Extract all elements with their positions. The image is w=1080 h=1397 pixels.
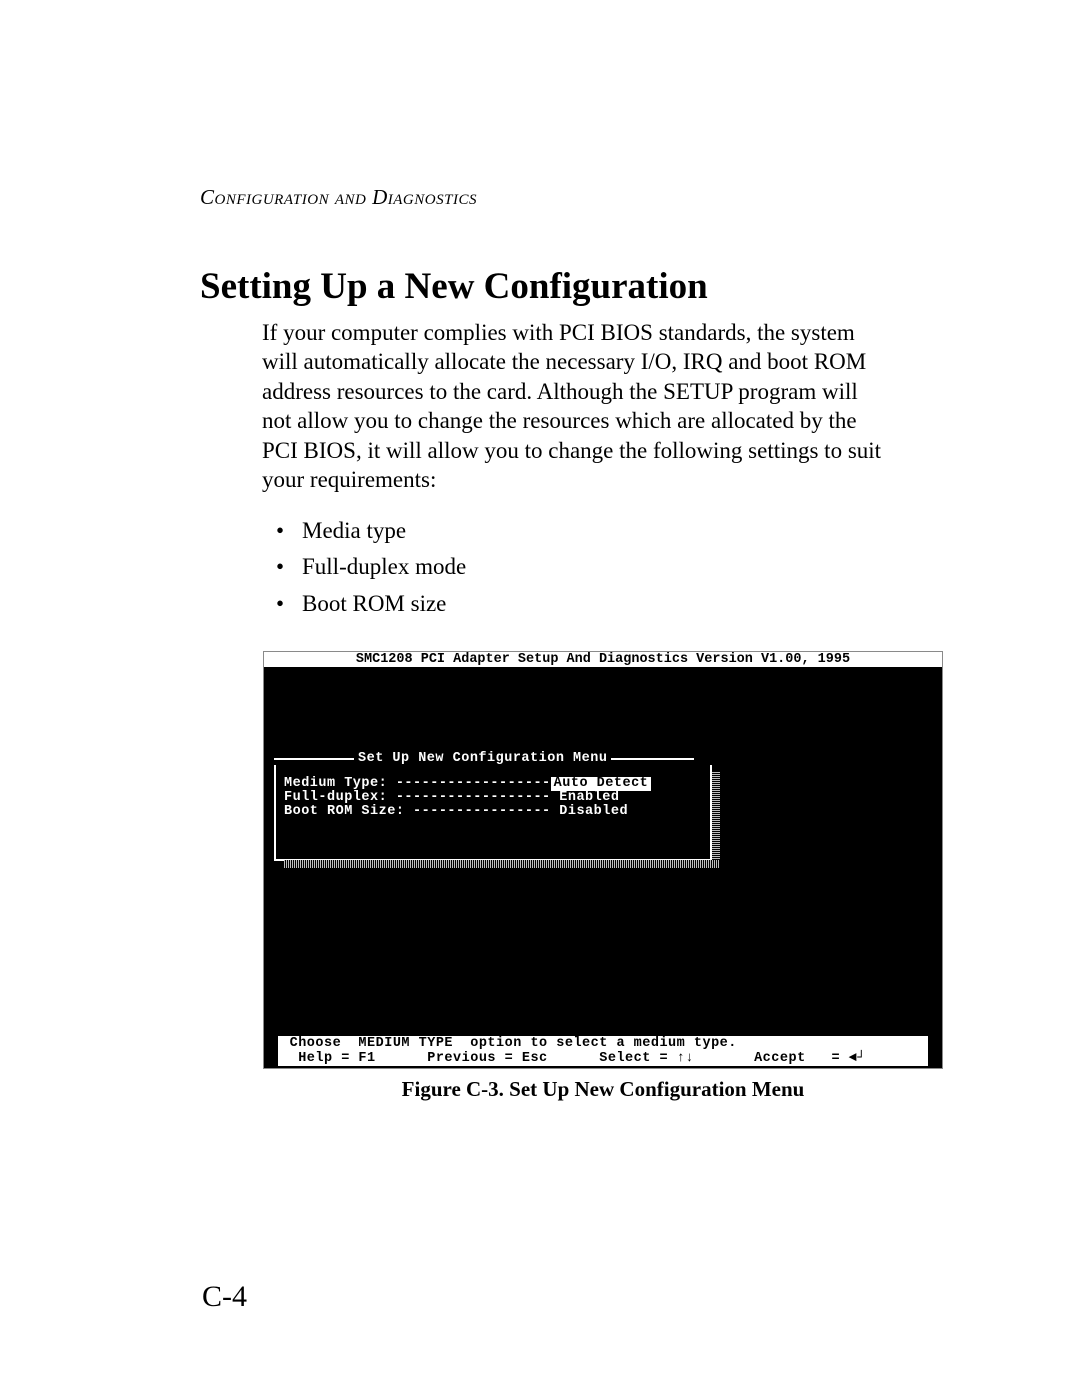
bios-row-value: Enabled xyxy=(559,791,619,805)
page: Configuration and Diagnostics Setting Up… xyxy=(0,0,1080,1397)
bios-title-text: SMC1208 PCI Adapter Setup And Diagnostic… xyxy=(356,652,850,667)
bios-menu-title-row: Set Up New Configuration Menu xyxy=(274,752,712,765)
bios-help-line-2: Help = F1 Previous = Esc Select = ↑↓ Acc… xyxy=(278,1051,928,1066)
bios-shadow-right xyxy=(712,771,720,867)
bios-menu-title: Set Up New Configuration Menu xyxy=(354,752,611,766)
settings-bullet-list: Media type Full-duplex mode Boot ROM siz… xyxy=(262,513,882,623)
list-item-text: Boot ROM size xyxy=(302,591,446,616)
running-header-text: Configuration and Diagnostics xyxy=(200,185,477,209)
bios-help-line-1: Choose MEDIUM TYPE option to select a me… xyxy=(278,1036,928,1051)
running-header: Configuration and Diagnostics xyxy=(200,185,900,210)
bios-menu-box: Medium Type: ------------------ Auto Det… xyxy=(274,765,712,861)
figure-caption: Figure C-3. Set Up New Configuration Men… xyxy=(263,1077,943,1102)
bios-menu: Set Up New Configuration Menu Medium Typ… xyxy=(274,752,712,861)
list-item-text: Full-duplex mode xyxy=(302,554,466,579)
section-title: Setting Up a New Configuration xyxy=(200,265,900,308)
bios-row-boot-rom[interactable]: Boot ROM Size: ---------------- Disabled xyxy=(284,805,702,819)
body-block: If your computer complies with PCI BIOS … xyxy=(262,318,882,1102)
bios-row-label: Medium Type: ------------------ xyxy=(284,777,551,791)
page-number: C-4 xyxy=(202,1280,247,1314)
bios-screenshot: SMC1208 PCI Adapter Setup And Diagnostic… xyxy=(263,651,943,1069)
list-item: Media type xyxy=(262,513,882,550)
section-title-text: Setting Up a New Configuration xyxy=(200,266,708,307)
bios-row-value: Auto Detect xyxy=(551,777,652,791)
list-item: Full-duplex mode xyxy=(262,549,882,586)
list-item: Boot ROM size xyxy=(262,586,882,623)
bios-row-medium-type[interactable]: Medium Type: ------------------ Auto Det… xyxy=(284,777,702,791)
intro-paragraph: If your computer complies with PCI BIOS … xyxy=(262,318,882,495)
bios-shadow-bottom xyxy=(284,860,720,868)
list-item-text: Media type xyxy=(302,518,406,543)
bios-menu-rule-left xyxy=(274,758,354,760)
bios-row-label: Boot ROM Size: ---------------- xyxy=(284,805,559,819)
bios-title-bar: SMC1208 PCI Adapter Setup And Diagnostic… xyxy=(264,652,942,667)
bios-menu-rule-right xyxy=(611,758,694,760)
bios-row-value: Disabled xyxy=(559,805,628,819)
bios-row-full-duplex[interactable]: Full-duplex: ------------------ Enabled xyxy=(284,791,702,805)
bios-help: Choose MEDIUM TYPE option to select a me… xyxy=(278,1036,928,1066)
bios-row-label: Full-duplex: ------------------ xyxy=(284,791,559,805)
